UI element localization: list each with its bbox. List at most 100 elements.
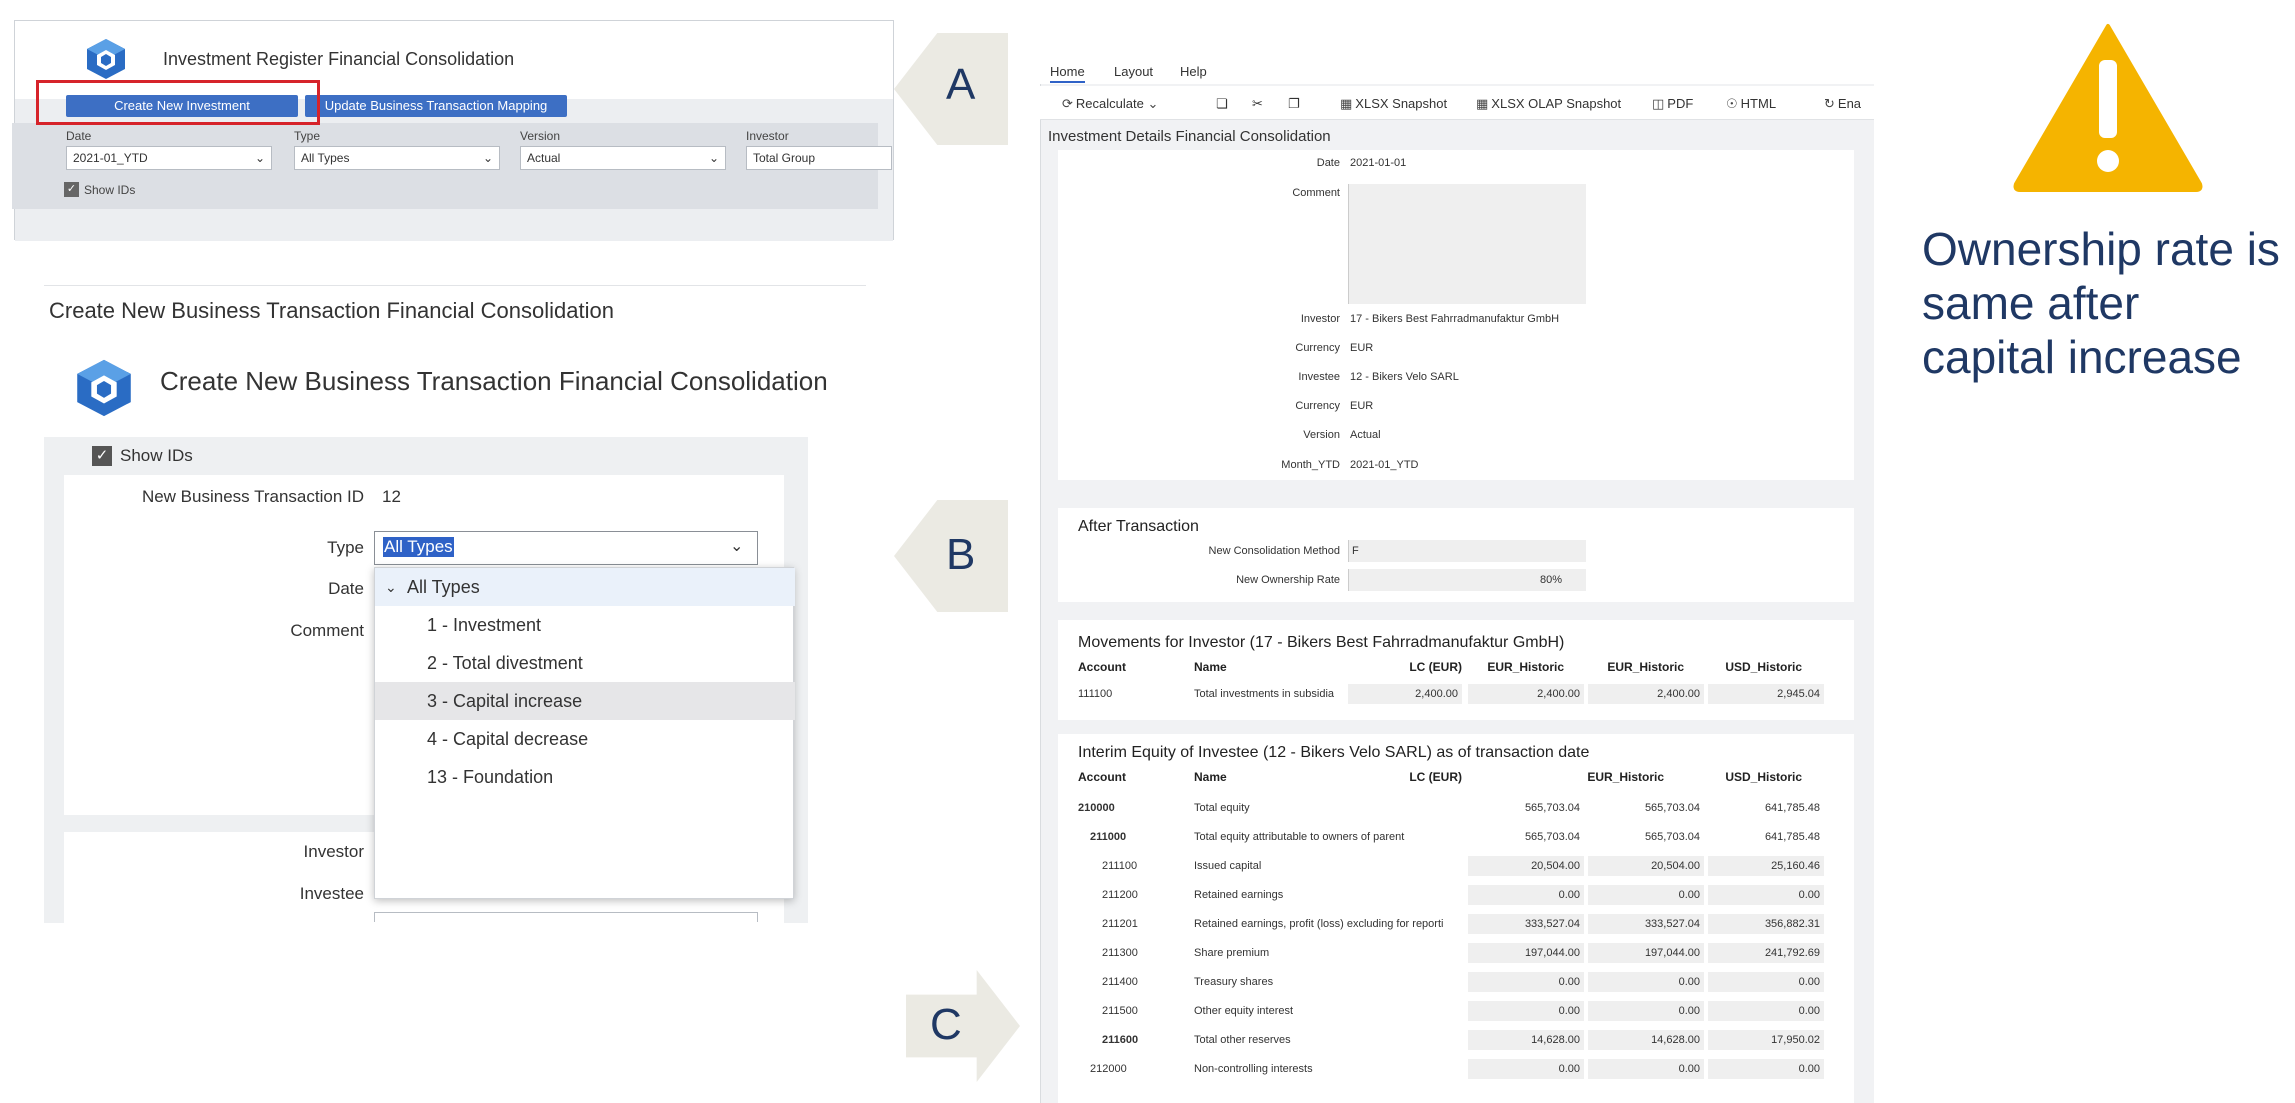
mov-eur1: 2,400.00 bbox=[1468, 684, 1584, 704]
investor-label: Investor bbox=[303, 842, 364, 861]
detail-comment-field[interactable] bbox=[1348, 184, 1586, 304]
filter-investor-select[interactable]: Total Group bbox=[746, 146, 892, 170]
html-button[interactable]: ☉ HTML bbox=[1726, 96, 1776, 112]
filter-version-select[interactable]: Actual ⌄ bbox=[520, 146, 726, 170]
equity-row-value: 17,950.02 bbox=[1708, 1030, 1824, 1050]
dropdown-item-total-divestment[interactable]: 2 - Total divestment bbox=[375, 644, 795, 682]
dropdown-item-capital-increase[interactable]: 3 - Capital increase bbox=[375, 682, 795, 720]
equity-row-value: 565,703.04 bbox=[1524, 802, 1580, 814]
show-ids-checkbox[interactable]: ✓ bbox=[92, 446, 112, 466]
equity-row-value: 333,527.04 bbox=[1588, 914, 1704, 934]
detail-investor-label: Investor bbox=[1300, 313, 1340, 325]
transaction-id-label: New Business Transaction ID bbox=[141, 487, 364, 506]
dropdown-item-label: 13 - Foundation bbox=[427, 767, 554, 787]
update-mapping-button[interactable]: Update Business Transaction Mapping bbox=[305, 95, 567, 117]
equity-row-value: 0.00 bbox=[1468, 972, 1584, 992]
dropdown-item-all-types[interactable]: ⌄ All Types bbox=[375, 568, 795, 606]
detail-month-value: 2021-01_YTD bbox=[1350, 459, 1419, 471]
enable-button[interactable]: ↻ Ena bbox=[1824, 96, 1861, 112]
col-eur-historic-2: EUR_Historic bbox=[1607, 660, 1684, 674]
arrow-c-icon bbox=[906, 970, 1020, 1082]
chevron-down-icon[interactable]: ⌄ bbox=[730, 536, 743, 556]
eq-col-eur-historic: EUR_Historic bbox=[1587, 770, 1664, 784]
equity-row-name: Share premium bbox=[1194, 947, 1270, 959]
dropdown-item-label: 2 - Total divestment bbox=[427, 653, 583, 673]
detail-currency2-value: EUR bbox=[1350, 400, 1374, 412]
table-icon: ▦ bbox=[1340, 96, 1353, 111]
equity-row-value: 0.00 bbox=[1708, 1059, 1824, 1079]
equity-row-value: 14,628.00 bbox=[1588, 1030, 1704, 1050]
dropdown-item-label: All Types bbox=[407, 577, 480, 597]
ownership-rate-label: New Ownership Rate bbox=[1236, 574, 1340, 586]
paste-icon[interactable]: ❐ bbox=[1288, 96, 1300, 112]
type-dropdown: ⌄ All Types 1 - Investment 2 - Total dive… bbox=[374, 567, 795, 899]
menu-home[interactable]: Home bbox=[1050, 64, 1085, 83]
equity-row-value: 0.00 bbox=[1588, 1001, 1704, 1021]
cut-icon[interactable]: ✂ bbox=[1252, 96, 1263, 112]
filter-type-select[interactable]: All Types ⌄ bbox=[294, 146, 500, 170]
col-usd-historic: USD_Historic bbox=[1725, 660, 1802, 674]
pdf-label: PDF bbox=[1667, 96, 1694, 111]
equity-row-value: 0.00 bbox=[1468, 885, 1584, 905]
consolidation-method-field[interactable] bbox=[1348, 540, 1586, 562]
equity-row-account: 211600 bbox=[1102, 1034, 1139, 1046]
comment-label: Comment bbox=[290, 621, 364, 640]
highlight-box bbox=[36, 80, 320, 125]
equity-row-account: 211300 bbox=[1102, 947, 1138, 959]
equity-row-value: 641,785.48 bbox=[1764, 802, 1820, 814]
enable-label: Ena bbox=[1837, 96, 1862, 111]
show-ids-checkbox[interactable]: ✓ bbox=[64, 182, 79, 197]
detail-version-label: Version bbox=[1303, 429, 1340, 441]
chevron-down-icon: ⌄ bbox=[708, 151, 719, 165]
equity-row-account: 211200 bbox=[1102, 889, 1138, 901]
col-account: Account bbox=[1078, 660, 1126, 674]
detail-investee-label: Investee bbox=[1298, 371, 1340, 383]
filter-version-label: Version bbox=[520, 129, 561, 143]
menu-help[interactable]: Help bbox=[1180, 64, 1207, 79]
equity-row-value: 0.00 bbox=[1708, 885, 1824, 905]
panel-b-title: Create New Business Transaction Financia… bbox=[160, 366, 828, 396]
equity-row-account: 211000 bbox=[1090, 831, 1127, 843]
equity-row-account: 212000 bbox=[1090, 1063, 1127, 1075]
eq-col-lc: LC (EUR) bbox=[1409, 770, 1462, 784]
equity-row-name: Retained earnings bbox=[1194, 889, 1284, 901]
equity-row-value: 25,160.46 bbox=[1708, 856, 1824, 876]
detail-date-value: 2021-01-01 bbox=[1350, 157, 1407, 169]
dropdown-item-capital-decrease[interactable]: 4 - Capital decrease bbox=[375, 720, 795, 758]
equity-row-value: 641,785.48 bbox=[1764, 831, 1820, 843]
detail-currency-label: Currency bbox=[1295, 342, 1340, 354]
html-label: HTML bbox=[1740, 96, 1777, 111]
copy-icon[interactable]: ❏ bbox=[1216, 96, 1228, 112]
recalculate-button[interactable]: ⟳ Recalculate ⌄ bbox=[1062, 96, 1161, 112]
equity-row-value: 565,703.04 bbox=[1644, 802, 1700, 814]
equity-heading: Interim Equity of Investee (12 - Bikers … bbox=[1078, 744, 1590, 761]
detail-date-label: Date bbox=[1316, 157, 1340, 169]
menu-layout[interactable]: Layout bbox=[1114, 64, 1153, 79]
document-icon: ◫ bbox=[1652, 96, 1665, 111]
investee-field[interactable] bbox=[374, 912, 758, 922]
xlsx-olap-snapshot-button[interactable]: ▦ XLSX OLAP Snapshot bbox=[1476, 96, 1621, 112]
equity-row-value: 197,044.00 bbox=[1588, 943, 1704, 963]
mov-name: Total investments in subsidia bbox=[1194, 688, 1335, 700]
link-icon: ↻ bbox=[1824, 96, 1835, 111]
dropdown-item-foundation[interactable]: 13 - Foundation bbox=[375, 758, 795, 796]
col-lc: LC (EUR) bbox=[1409, 660, 1462, 674]
detail-investee-value: 12 - Bikers Velo SARL bbox=[1350, 371, 1459, 383]
equity-row-name: Other equity interest bbox=[1194, 1005, 1294, 1017]
filter-date-select[interactable]: 2021-01_YTD ⌄ bbox=[66, 146, 272, 170]
pdf-button[interactable]: ◫ PDF bbox=[1652, 96, 1693, 112]
dropdown-item-investment[interactable]: 1 - Investment bbox=[375, 606, 795, 644]
dropdown-item-label: 1 - Investment bbox=[427, 615, 542, 635]
filter-version-value: Actual bbox=[527, 151, 561, 165]
equity-row-account: 211201 bbox=[1102, 918, 1138, 930]
equity-row-name: Total other reserves bbox=[1194, 1034, 1291, 1046]
eq-col-name: Name bbox=[1194, 770, 1227, 784]
equity-row-value: 0.00 bbox=[1588, 885, 1704, 905]
after-transaction-heading: After Transaction bbox=[1078, 518, 1199, 535]
equity-row-name: Total equity attributable to owners of p… bbox=[1194, 831, 1405, 843]
chevron-down-icon: ⌄ bbox=[254, 151, 265, 165]
xlsx-snapshot-button[interactable]: ▦ XLSX Snapshot bbox=[1340, 96, 1447, 112]
app-logo-icon bbox=[77, 359, 131, 417]
sheet-title: Investment Details Financial Consolidati… bbox=[1048, 128, 1331, 145]
detail-currency-value: EUR bbox=[1350, 342, 1374, 354]
